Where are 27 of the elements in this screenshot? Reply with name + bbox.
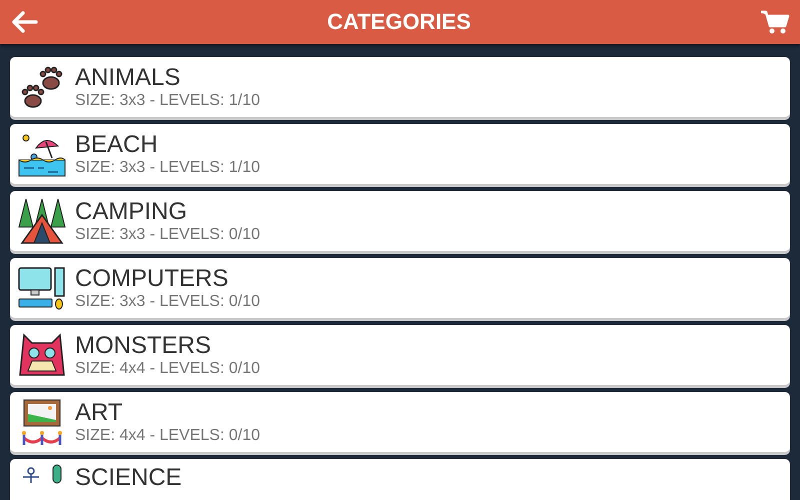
- category-info: SIZE: 4x4 - LEVELS: 0/10: [75, 359, 260, 378]
- category-info: SIZE: 4x4 - LEVELS: 0/10: [75, 426, 260, 445]
- back-button[interactable]: [12, 11, 38, 33]
- category-card[interactable]: BEACH SIZE: 3x3 - LEVELS: 1/10: [10, 124, 790, 184]
- category-name: BEACH: [75, 131, 159, 158]
- category-card[interactable]: COMPUTERS SIZE: 3x3 - LEVELS: 0/10: [10, 258, 790, 318]
- category-info: SIZE: 3x3 - LEVELS: 0/10: [75, 292, 260, 311]
- category-card[interactable]: ART SIZE: 4x4 - LEVELS: 0/10: [10, 392, 790, 452]
- category-card[interactable]: ANIMALS SIZE: 3x3 - LEVELS: 1/10: [10, 57, 790, 117]
- category-name: SCIENCE: [75, 464, 182, 491]
- category-name: ANIMALS: [75, 64, 182, 91]
- category-info: SIZE: 3x3 - LEVELS: 1/10: [75, 158, 260, 177]
- category-name: ART: [75, 399, 124, 426]
- category-name: CAMPING: [75, 198, 188, 225]
- back-arrow-icon: [12, 11, 38, 33]
- category-card[interactable]: MONSTERS SIZE: 4x4 - LEVELS: 0/10: [10, 325, 790, 385]
- category-name: COMPUTERS: [75, 265, 230, 292]
- cart-button[interactable]: [760, 9, 790, 35]
- category-info: SIZE: 3x3 - LEVELS: 0/10: [75, 225, 260, 244]
- category-card[interactable]: SCIENCE: [10, 459, 790, 500]
- category-info: SIZE: 3x3 - LEVELS: 1/10: [75, 91, 260, 110]
- monster-icon: [18, 331, 66, 379]
- category-name: MONSTERS: [75, 332, 212, 359]
- category-card[interactable]: CAMPING SIZE: 3x3 - LEVELS: 0/10: [10, 191, 790, 251]
- tent-trees-icon: [18, 197, 66, 245]
- page-title: CATEGORIES: [327, 9, 471, 35]
- shopping-cart-icon: [760, 9, 790, 35]
